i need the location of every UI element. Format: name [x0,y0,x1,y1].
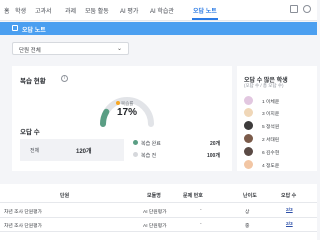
column-header-number: 문제 번호 [183,193,203,199]
ranking-item[interactable]: 4 정도윤 [244,160,314,170]
ranking-item[interactable]: 6 김수현 [244,147,314,157]
legend-label-not-reviewed: 복습 전 [141,153,157,159]
review-status-title: 복습 현황 [20,78,46,85]
avatar [244,96,253,105]
table-cell-unit: 차년 조사 단원평가 [4,224,42,229]
ranking-item[interactable]: 1 이체윤 [244,96,314,106]
avatar [244,147,253,156]
table-cell-unit: 차년 조사 단원평가 [4,210,42,215]
wrong-count-title: 오답 수 [20,129,40,136]
column-header-module: 모듈명 [147,193,161,199]
avatar [244,121,253,130]
row-divider [0,217,317,218]
nav-ai-evaluation[interactable]: AI 평가 [120,6,138,15]
legend-dot-reviewed [133,140,138,145]
row-divider [0,231,317,232]
legend-dot-not-reviewed [133,152,138,157]
chevron-down-icon: ⌄ [116,46,122,52]
legend-value-not-reviewed: 100개 [207,153,220,159]
info-icon[interactable]: i [61,75,68,82]
nav-ai-learning[interactable]: AI 학습관 [150,6,174,15]
ranking-subtitle: (오답 수 / 총 오답 수) [244,83,284,88]
table-cell-level: 중 [245,224,250,229]
table-cell-level: 상 [245,210,250,215]
table-cell-module: AI 단원평가 [143,224,167,229]
column-header-wrong-count: 오답 수 [281,193,297,199]
unit-select-value: 단원 전체 [19,48,41,54]
ranking-item-label: 1 이체윤 [262,100,280,105]
table-cell-module: AI 단원평가 [143,210,167,215]
ranking-item[interactable]: 5 정석원 [244,121,314,131]
table-cell-number: - [200,208,202,213]
ranking-item-label: 5 정석원 [262,125,280,130]
gauge-fill [99,108,110,127]
nav-assignment[interactable]: 과제 [65,6,76,15]
ranking-item-label: 2 서태린 [262,138,280,143]
legend-value-reviewed: 20개 [210,141,221,147]
nav-active-indicator [192,18,218,20]
breadcrumb: 오답 노트 [0,22,317,35]
nav-students[interactable]: 학생 [15,6,26,15]
avatar [244,108,253,117]
grid-icon[interactable] [290,5,298,13]
nav-textbook[interactable]: 고과서 [35,6,52,15]
ranking-item-label: 3 이지윤 [262,112,280,117]
review-rate-value: 17% [117,107,138,118]
column-header-unit: 단원 [60,193,70,199]
table-cell-number: - [200,222,202,227]
unit-select[interactable]: 단원 전체 ⌄ [12,42,129,55]
avatar [244,160,253,169]
nav-home[interactable]: 홈 [4,6,10,15]
header-divider [0,202,317,203]
profile-icon[interactable] [303,5,311,13]
ranking-item[interactable]: 2 서태린 [244,134,314,144]
avatar [244,134,253,143]
ranking-item-label: 6 김수현 [262,151,280,156]
column-header-level: 난이도 [243,193,257,199]
table-cell-wrong-count[interactable]: 2/3 [286,208,293,213]
legend-label-reviewed: 복습 완료 [141,141,161,147]
breadcrumb-label: 오답 노트 [22,28,46,34]
ranking-item-label: 4 정도윤 [262,164,280,169]
sun-icon [116,101,120,105]
total-wrong-value: 120개 [76,149,92,155]
nav-wrong-note[interactable]: 오답 노트 [193,6,217,15]
nav-group-activity[interactable]: 모둠 활동 [85,6,109,15]
top-navigation: 홈 학생 고과서 과제 모둠 활동 AI 평가 AI 학습관 오답 노트 [0,0,317,21]
total-wrong-label: 전체 [30,148,40,154]
table-cell-wrong-count[interactable]: 2/3 [286,222,293,227]
ranking-item[interactable]: 3 이지윤 [244,108,314,118]
note-icon [12,25,18,31]
